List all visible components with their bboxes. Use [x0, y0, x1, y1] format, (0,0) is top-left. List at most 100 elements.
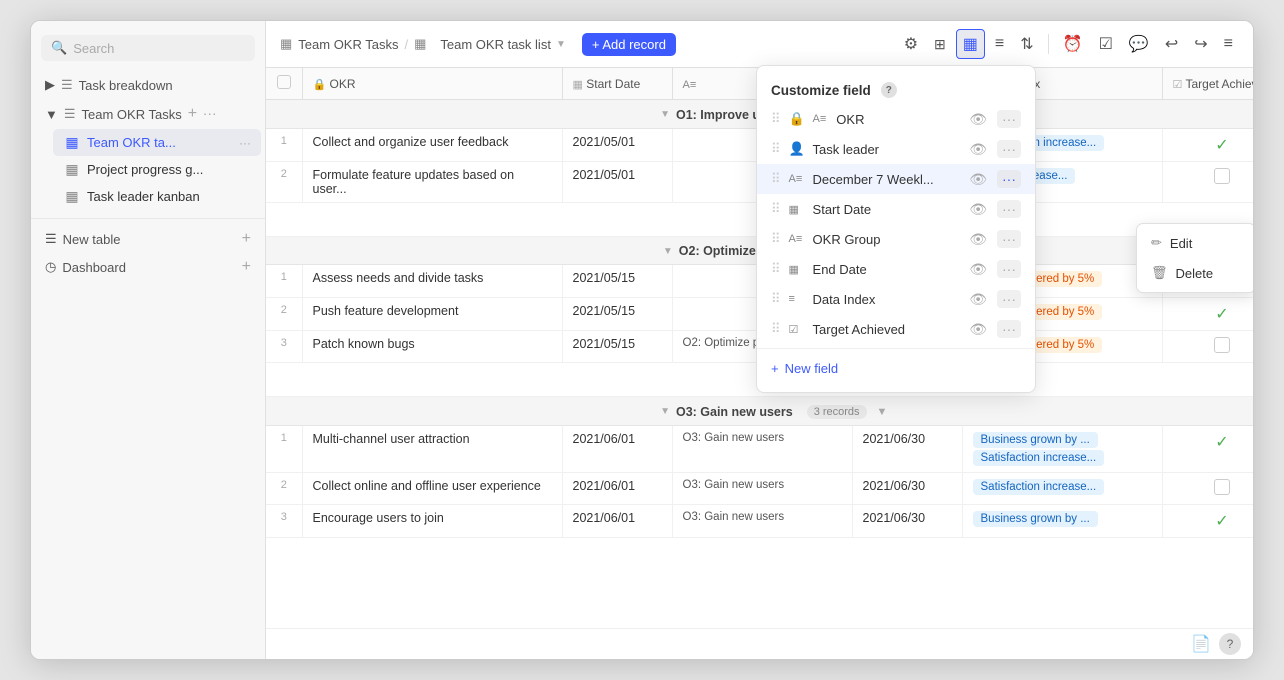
group-collapse-icon[interactable]: ▼: [660, 109, 670, 120]
sidebar-item-icon: ☰: [61, 77, 73, 93]
data-index-badge2: Satisfaction increase...: [973, 450, 1105, 466]
kanban-icon: ▦: [63, 188, 81, 205]
group-label: O3: Gain new users: [676, 405, 793, 419]
context-edit-button[interactable]: ✏ Edit: [1137, 228, 1253, 258]
group-expand-icon[interactable]: ▼: [877, 406, 888, 418]
check-false-icon: [1214, 168, 1230, 184]
group-records-count: 3 records: [807, 405, 867, 419]
toolbar-tab-view[interactable]: Team OKR task list ▼: [432, 33, 573, 56]
field-item-december[interactable]: ⠿ A≡ December 7 Weekl... 👁 ···: [757, 164, 1035, 194]
field-more-icon[interactable]: ···: [997, 260, 1021, 278]
row-okrgroup: O3: Gain new users: [672, 425, 852, 472]
text-icon: A≡: [789, 173, 805, 185]
group-icon[interactable]: ⇅: [1014, 30, 1039, 58]
row-start: 2021/05/01: [562, 161, 672, 202]
drag-handle-icon[interactable]: ⠿: [771, 261, 781, 277]
tab-label: Team OKR task list: [440, 37, 551, 52]
drag-handle-icon[interactable]: ⠿: [771, 291, 781, 307]
help-icon[interactable]: ?: [1219, 633, 1241, 655]
alarm-icon[interactable]: ⏰: [1057, 30, 1089, 58]
more-icon[interactable]: ···: [239, 136, 251, 150]
drag-handle-icon[interactable]: ⠿: [771, 171, 781, 187]
field-more-icon[interactable]: ···: [997, 230, 1021, 248]
eye-icon[interactable]: 👁: [969, 231, 987, 248]
settings-icon[interactable]: ⚙: [898, 30, 924, 58]
group-collapse-icon[interactable]: ▼: [660, 406, 670, 417]
field-more-icon-active[interactable]: ···: [997, 170, 1021, 188]
sidebar-item-new-table[interactable]: ☰ New table +: [35, 225, 261, 253]
sidebar-item-project-progress[interactable]: ▦ Project progress g...: [53, 156, 261, 183]
row-okr: Patch known bugs: [302, 331, 562, 363]
add-field-button[interactable]: + New field: [757, 353, 1035, 384]
field-item-target-achieved[interactable]: ⠿ ☑ Target Achieved 👁 ···: [757, 314, 1035, 344]
breadcrumb: ▦ Team OKR Tasks / ▦ Team OKR task list …: [280, 33, 574, 56]
help-circle-icon[interactable]: ?: [881, 82, 897, 98]
field-more-icon[interactable]: ···: [997, 140, 1021, 158]
field-more-icon[interactable]: ···: [997, 290, 1021, 308]
grid-view-icon[interactable]: ▦: [956, 29, 985, 59]
sort-icon[interactable]: ≡: [989, 31, 1010, 57]
eye-icon[interactable]: 👁: [969, 201, 987, 218]
redo-icon[interactable]: ↪: [1188, 30, 1213, 58]
drag-handle-icon[interactable]: ⠿: [771, 141, 781, 157]
add-view-button[interactable]: +: [188, 105, 197, 122]
eye-icon[interactable]: 👁: [969, 171, 987, 188]
eye-icon[interactable]: 👁: [969, 321, 987, 338]
row-okr: Assess needs and divide tasks: [302, 265, 562, 298]
row-num: 3: [266, 504, 302, 537]
more-toolbar-icon[interactable]: ≡: [1218, 31, 1239, 57]
field-item-okr-group[interactable]: ⠿ A≡ OKR Group 👁 ···: [757, 224, 1035, 254]
field-item-task-leader[interactable]: ⠿ 👤 Task leader 👁 ···: [757, 134, 1035, 164]
row-target: ✓: [1162, 298, 1253, 331]
eye-icon[interactable]: 👁: [969, 261, 987, 278]
row-okr: Encourage users to join: [302, 504, 562, 537]
row-start: 2021/05/15: [562, 298, 672, 331]
row-target: ✓: [1162, 128, 1253, 161]
add-table-button[interactable]: +: [242, 230, 251, 248]
toolbar: ▦ Team OKR Tasks / ▦ Team OKR task list …: [266, 21, 1253, 68]
eye-icon[interactable]: 👁: [969, 291, 987, 308]
chat-icon[interactable]: 💬: [1123, 30, 1155, 58]
field-item-end-date[interactable]: ⠿ ▦ End Date 👁 ···: [757, 254, 1035, 284]
th-okr: 🔒 OKR: [302, 68, 562, 100]
check-false-icon: [1214, 337, 1230, 353]
row-start: 2021/05/15: [562, 331, 672, 363]
more-options-icon[interactable]: ···: [203, 105, 217, 121]
eye-icon[interactable]: 👁: [969, 141, 987, 158]
field-item-okr[interactable]: ⠿ 🔒 A≡ OKR 👁 ···: [757, 104, 1035, 134]
search-bar[interactable]: 🔍 Search: [41, 35, 255, 61]
field-more-icon[interactable]: ···: [997, 200, 1021, 218]
row-dataindex: Business grown by ...: [962, 504, 1162, 537]
row-dataindex: Satisfaction increase...: [962, 472, 1162, 504]
sidebar-item-task-leader-kanban[interactable]: ▦ Task leader kanban: [53, 183, 261, 210]
drag-handle-icon[interactable]: ⠿: [771, 321, 781, 337]
filter-icon[interactable]: ⊞: [928, 32, 952, 57]
drag-handle-icon[interactable]: ⠿: [771, 201, 781, 217]
eye-icon[interactable]: 👁: [969, 111, 987, 128]
context-delete-button[interactable]: 🗑 Delete: [1137, 258, 1253, 288]
field-more-icon[interactable]: ···: [997, 320, 1021, 338]
group-collapse-icon[interactable]: ▼: [663, 246, 673, 257]
breadcrumb-icon: ▦: [280, 36, 292, 52]
add-dashboard-button[interactable]: +: [242, 258, 251, 276]
plus-icon: +: [771, 361, 779, 376]
undo-icon[interactable]: ↩: [1159, 30, 1184, 58]
check-icon: ☑: [789, 323, 805, 336]
document-icon[interactable]: 📄: [1191, 634, 1211, 654]
checklist-icon[interactable]: ☑: [1093, 30, 1119, 58]
breadcrumb-title1: Team OKR Tasks: [298, 37, 398, 52]
field-item-data-index[interactable]: ⠿ ≡ Data Index 👁 ···: [757, 284, 1035, 314]
field-item-start-date[interactable]: ⠿ ▦ Start Date 👁 ···: [757, 194, 1035, 224]
sidebar-item-dashboard[interactable]: ◷ Dashboard +: [35, 253, 261, 281]
row-start: 2021/06/01: [562, 425, 672, 472]
header-checkbox[interactable]: [277, 75, 291, 89]
dropdown-title-label: Customize field: [771, 83, 871, 98]
sidebar-item-team-okr-tasks-group[interactable]: ▼ ☰ Team OKR Tasks + ···: [35, 101, 261, 127]
field-more-icon[interactable]: ···: [997, 110, 1021, 128]
sidebar-item-team-okr-table[interactable]: ▦ Team OKR ta... ···: [53, 129, 261, 156]
sidebar-item-task-breakdown[interactable]: ▶ ☰ Task breakdown: [35, 73, 261, 97]
add-record-button[interactable]: + Add record: [582, 33, 676, 56]
drag-handle-icon[interactable]: ⠿: [771, 231, 781, 247]
row-target: [1162, 161, 1253, 202]
drag-handle-icon[interactable]: ⠿: [771, 111, 781, 127]
